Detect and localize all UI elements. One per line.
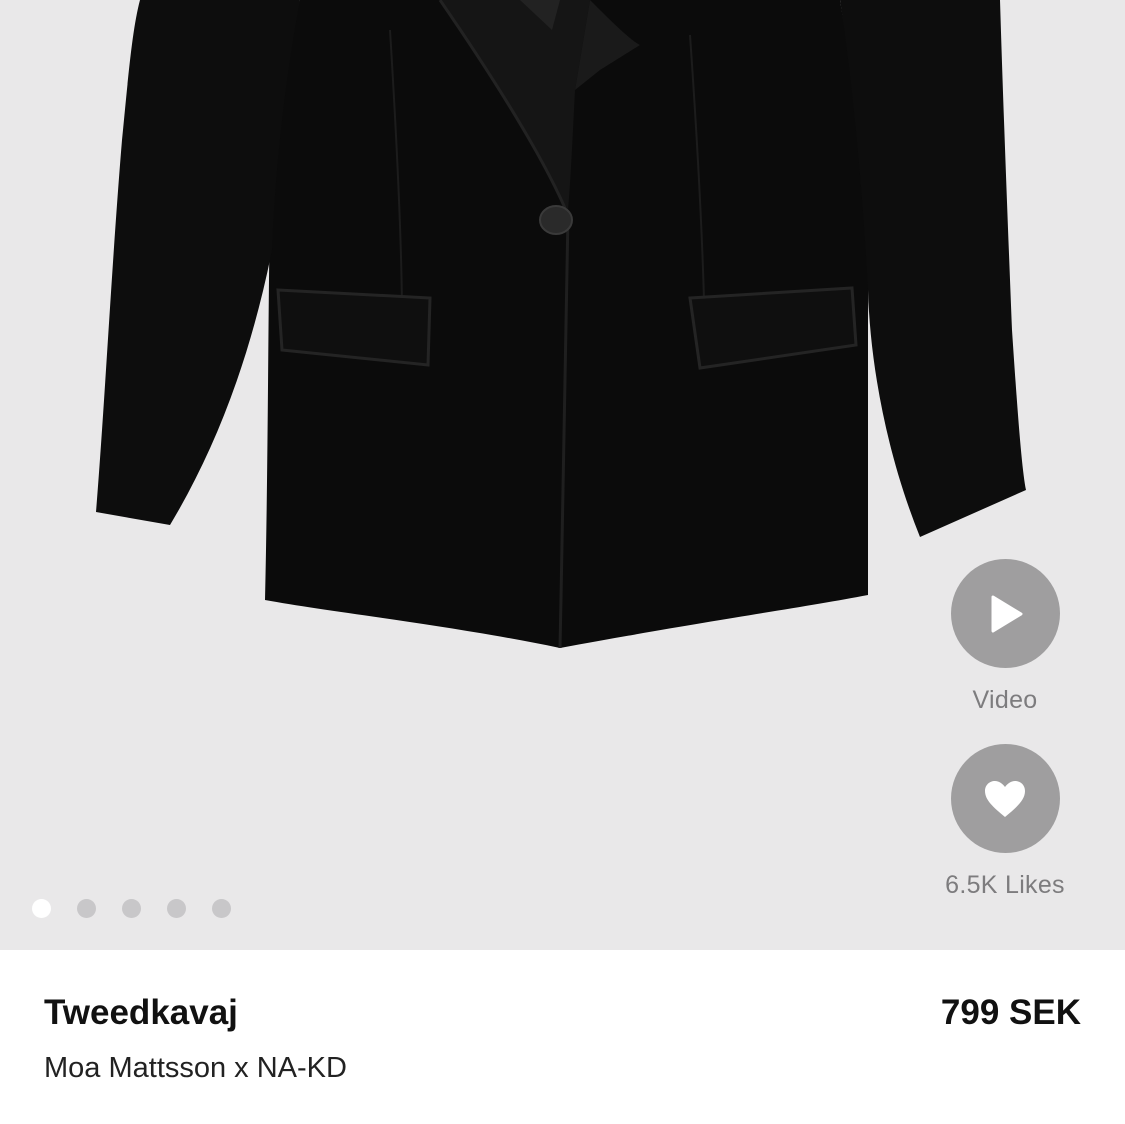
product-info: Tweedkavaj 799 SEK Moa Mattsson x NA-KD xyxy=(0,950,1125,1124)
gallery-pagination xyxy=(32,899,231,918)
like-button[interactable] xyxy=(950,744,1060,853)
pagination-dot-3[interactable] xyxy=(122,899,141,918)
product-image-gallery[interactable]: Video 6.5K Likes xyxy=(0,0,1125,950)
video-button[interactable] xyxy=(950,559,1060,668)
video-label: Video xyxy=(972,686,1038,714)
heart-icon xyxy=(985,780,1025,817)
product-brand[interactable]: Moa Mattsson x NA-KD xyxy=(44,1052,347,1085)
pagination-dot-1[interactable] xyxy=(32,899,51,918)
product-price: 799 SEK xyxy=(940,993,1081,1032)
play-icon xyxy=(991,595,1023,632)
pagination-dot-4[interactable] xyxy=(167,899,186,918)
product-page: Video 6.5K Likes Tweedkavaj 799 SEK Moa … xyxy=(0,0,1125,1124)
pagination-dot-2[interactable] xyxy=(77,899,96,918)
like-action: 6.5K Likes xyxy=(935,744,1075,900)
pagination-dot-5[interactable] xyxy=(212,899,231,918)
likes-count: 6.5K Likes xyxy=(945,871,1065,899)
product-title: Tweedkavaj xyxy=(44,993,238,1032)
video-action: Video xyxy=(935,559,1075,715)
